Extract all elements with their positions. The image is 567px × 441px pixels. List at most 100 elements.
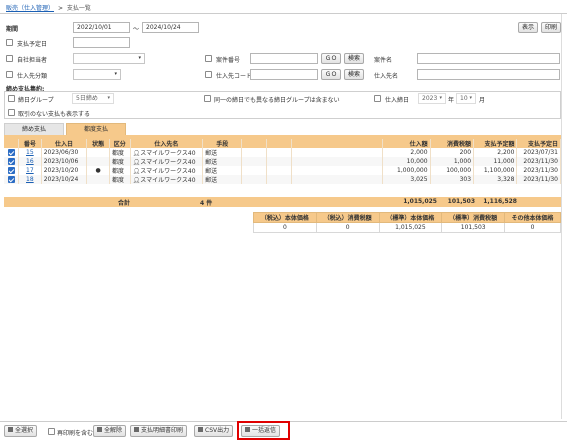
include-reprint-checkbox[interactable] (48, 428, 55, 435)
content-right-border (561, 14, 562, 419)
show-no-txn-checkbox[interactable] (8, 109, 15, 116)
purchase-closing-label: 仕入締日 (385, 97, 410, 104)
row-date: 2023/06/30 (41, 148, 88, 157)
period-from-input[interactable]: 2022/10/01 (73, 22, 130, 33)
supplier-name-input[interactable] (417, 69, 560, 80)
case-no-search-button[interactable]: 検索 (344, 53, 364, 64)
same-closing-label: 同一の締日でも異なる締日グループは含まない (214, 97, 340, 104)
row-method: 郵送 (202, 148, 243, 157)
case-no-input[interactable] (250, 53, 318, 64)
show-button[interactable]: 表示 (518, 22, 538, 33)
csv-icon (198, 427, 203, 432)
purchase-closing-checkbox[interactable] (374, 95, 381, 102)
breadcrumb-parent-link[interactable]: 販売（仕入管理） (6, 5, 54, 12)
month-select[interactable]: 10 ▾ (456, 93, 476, 104)
row-supplier-name: スマイルワークス40 (140, 150, 196, 157)
row-checkbox[interactable] (8, 158, 15, 165)
scheduled-date-checkbox[interactable] (6, 39, 13, 46)
chevron-down-icon: ▾ (439, 95, 442, 101)
col-date: 仕入日 (41, 139, 88, 148)
supplier-code-checkbox[interactable] (205, 71, 212, 78)
case-no-go-button[interactable]: ＧＯ (321, 53, 341, 64)
closing-group-select[interactable]: 5日締め ▾ (72, 93, 114, 104)
supplier-name-label: 仕入先名 (374, 73, 399, 80)
tab-closing-payment[interactable]: 締め支払 (4, 123, 64, 135)
csv-export-button[interactable]: CSV出力 (194, 425, 234, 437)
supplier-class-checkbox[interactable] (6, 71, 13, 78)
check-all-icon (8, 427, 13, 432)
select-all-label: 全選択 (15, 427, 34, 434)
row-kbn: 都度 (109, 157, 131, 166)
print-button[interactable]: 印刷 (541, 22, 561, 33)
closing-group-checkbox[interactable] (8, 95, 15, 102)
summary-header: その他本体価格 (504, 212, 561, 223)
supplier-code-go-button[interactable]: ＧＯ (321, 69, 341, 80)
row-due-date: 2023/11/30 (516, 175, 561, 184)
summary-value: 101,503 (441, 222, 506, 233)
row-amount: 10,000 (382, 157, 431, 166)
chevron-down-icon: ▾ (469, 95, 472, 101)
select-all-button[interactable]: 全選択 (4, 425, 38, 437)
row-total: 1,100,000 (473, 166, 518, 175)
breadcrumb: 販売（仕入管理） > 支払一覧 (6, 3, 91, 12)
breadcrumb-current: 支払一覧 (66, 5, 91, 12)
row-checkbox[interactable] (8, 176, 15, 183)
row-blank (291, 148, 384, 157)
col-tax: 消費税額 (430, 139, 475, 148)
uncheck-all-icon (97, 427, 102, 432)
own-staff-checkbox[interactable] (6, 55, 13, 62)
row-status (86, 175, 110, 184)
row-checkbox[interactable] (8, 149, 15, 156)
supplier-code-input[interactable] (250, 69, 318, 80)
row-supplier-name: スマイルワークス40 (140, 168, 196, 175)
row-kbn: 都度 (109, 175, 131, 184)
scheduled-date-input[interactable] (73, 37, 130, 48)
row-tax: 200 (430, 148, 475, 157)
tab-each-payment[interactable]: 都度支払 (66, 123, 126, 135)
row-number-link[interactable]: 15 (18, 148, 42, 157)
include-reprint-label: 再印刷を含む (57, 430, 94, 437)
row-checkbox[interactable] (8, 167, 15, 174)
row-date: 2023/10/06 (41, 157, 88, 166)
bulk-return-button[interactable]: 一括返信 (241, 425, 281, 437)
total-tax: 101,503 (447, 198, 475, 205)
row-checkbox-cell[interactable] (4, 166, 19, 175)
print-statement-button[interactable]: 支払明細書印刷 (130, 425, 188, 437)
case-no-checkbox[interactable] (205, 55, 212, 62)
row-number-link[interactable]: 17 (18, 166, 42, 175)
row-number-link[interactable]: 18 (18, 175, 42, 184)
own-staff-select[interactable]: ▾ (73, 53, 145, 64)
summary-header: （標準）本体価格 (378, 212, 443, 223)
row-checkbox-cell[interactable] (4, 148, 19, 157)
row-checkbox-cell[interactable] (4, 175, 19, 184)
table-row[interactable]: 16 2023/10/06 都度 👤︎スマイルワークス40 郵送 10,000 … (4, 157, 561, 166)
row-blank (291, 175, 384, 184)
row-amount: 1,000,000 (382, 166, 431, 175)
deselect-all-button[interactable]: 全解除 (93, 425, 127, 437)
deselect-all-label: 全解除 (104, 427, 123, 434)
breadcrumb-separator: > (57, 5, 63, 12)
total-count: 4 件 (200, 200, 213, 207)
table-row[interactable]: 18 2023/10/24 都度 👤︎スマイルワークス40 郵送 3,025 3… (4, 175, 561, 184)
row-tax: 100,000 (430, 166, 475, 175)
row-blank (241, 148, 268, 157)
same-closing-checkbox[interactable] (204, 95, 211, 102)
supplier-class-select[interactable]: ▾ (73, 69, 121, 80)
year-select[interactable]: 2023 ▾ (418, 93, 446, 104)
col-kbn: 区分 (109, 139, 131, 148)
row-method: 郵送 (202, 157, 243, 166)
table-row[interactable]: 17 2023/10/20 ● 都度 👤︎スマイルワークス40 郵送 1,000… (4, 166, 561, 175)
case-name-input[interactable] (417, 53, 560, 64)
table-row[interactable]: 15 2023/06/30 都度 👤︎スマイルワークス40 郵送 2,000 2… (4, 148, 561, 157)
col-blank-1 (241, 139, 268, 148)
row-number-link[interactable]: 16 (18, 157, 42, 166)
supplier-code-search-button[interactable]: 検索 (344, 69, 364, 80)
bulk-return-label: 一括返信 (252, 427, 277, 434)
summary-header: （標準）消費税額 (441, 212, 506, 223)
col-due-amount: 支払予定額 (473, 139, 518, 148)
printer-icon (134, 427, 139, 432)
row-supplier-name: スマイルワークス40 (140, 177, 196, 184)
row-blank (241, 175, 268, 184)
row-checkbox-cell[interactable] (4, 157, 19, 166)
period-to-input[interactable]: 2024/10/24 (142, 22, 199, 33)
